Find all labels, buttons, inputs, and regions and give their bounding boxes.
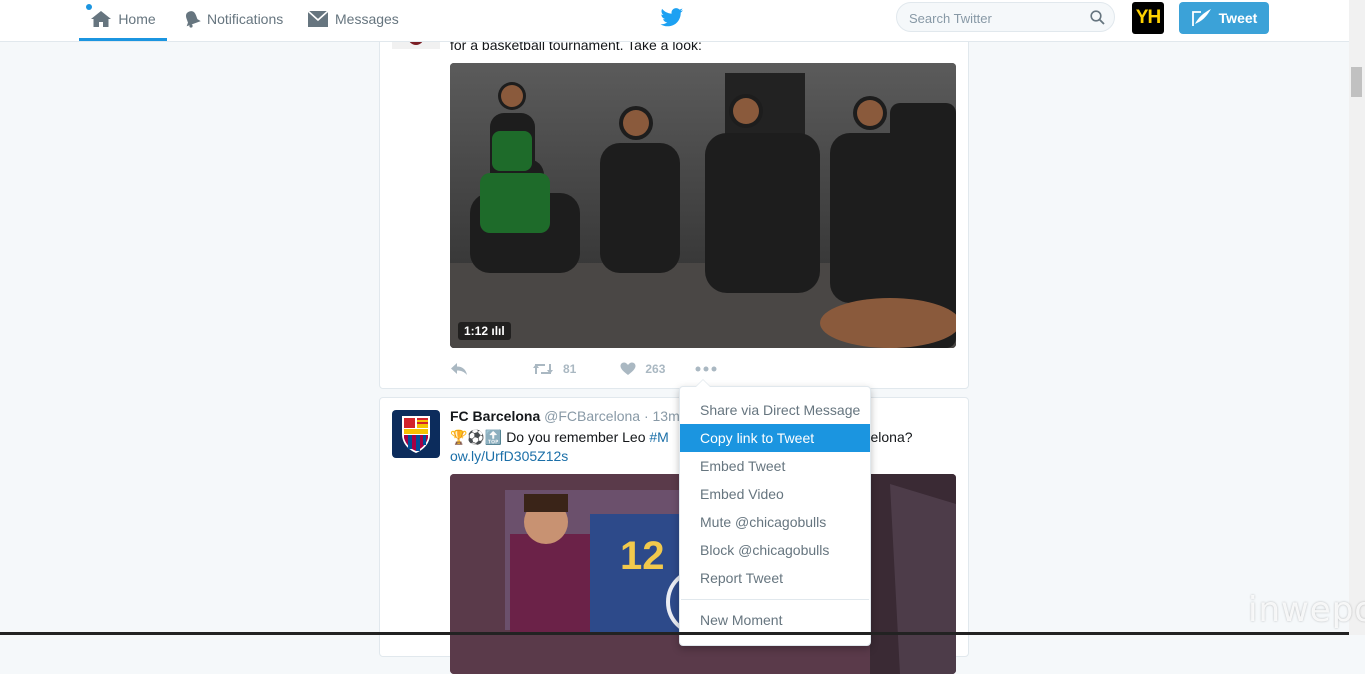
menu-item-mute[interactable]: Mute @chicagobulls [680,508,870,536]
jersey-number: 12 [620,534,665,578]
nav-home-label: Home [118,11,156,27]
heart-icon [620,362,636,376]
author-name[interactable]: FC Barcelona [450,408,540,424]
nav-messages[interactable]: Messages [307,0,399,38]
user-avatar[interactable]: YH [1132,2,1164,34]
like-count: 263 [645,362,666,376]
menu-item-share-dm[interactable]: Share via Direct Message [680,396,870,424]
tweet-video[interactable]: 1:12 ılıl [450,63,956,348]
twitter-bird-icon[interactable] [660,8,684,31]
search-icon[interactable] [1090,10,1105,28]
compose-icon [1191,8,1213,28]
envelope-icon [307,10,329,28]
new-content-dot [86,4,92,10]
like-button[interactable]: 263 [620,362,665,376]
retweet-button[interactable]: 81 [532,362,576,376]
more-dots-icon [695,366,717,372]
tweet-card: for a basketball tournament. Take a look… [379,19,969,389]
tweet-actions: 81 263 [450,359,717,379]
menu-item-copy-link[interactable]: Copy link to Tweet [680,424,870,452]
nav-notifications[interactable]: Notifications [183,0,283,38]
video-duration-text: 1:12 [464,324,489,338]
home-icon [90,10,112,28]
page-scrollbar[interactable] [1349,0,1365,635]
tweet-link[interactable]: ow.ly/UrfD305Z12s [450,448,568,464]
watermark: inwepo [1248,590,1365,630]
more-button[interactable] [695,366,717,372]
nav-notifications-label: Notifications [207,11,284,27]
bell-icon [183,10,201,28]
menu-item-new-moment[interactable]: New Moment [680,606,870,634]
menu-item-report[interactable]: Report Tweet [680,564,870,592]
nav-messages-label: Messages [335,11,399,27]
nav-home[interactable]: Home [79,0,167,41]
author-handle[interactable]: @FCBarcelona [544,408,640,424]
search-box[interactable] [896,2,1115,33]
menu-item-block[interactable]: Block @chicagobulls [680,536,870,564]
scrollbar-thumb[interactable] [1351,67,1362,97]
reply-button[interactable] [450,362,468,376]
reply-icon [450,362,468,376]
emoji-text: 🏆⚽🔝 [450,429,503,445]
menu-item-embed-tweet[interactable]: Embed Tweet [680,452,870,480]
compose-tweet-label: Tweet [1218,10,1258,26]
hashtag-link[interactable]: #M [649,429,668,445]
volume-icon: ılıl [491,324,505,338]
compose-tweet-button[interactable]: Tweet [1179,2,1269,34]
tweet-timestamp[interactable]: 13m [653,408,680,424]
svg-text:12: 12 [620,534,665,578]
menu-item-embed-video[interactable]: Embed Video [680,480,870,508]
tweet-time-separator: · [643,408,649,424]
tweet-body-text-a: Do you remember Leo [506,429,646,445]
tweet-card: FC Barcelona @FCBarcelona · 13m 🏆⚽🔝 Do y… [379,397,969,674]
video-duration: 1:12 ılıl [458,322,511,340]
retweet-count: 81 [563,362,577,376]
top-navigation-bar: Home Notifications Messages YH Tweet [0,0,1349,42]
tweet-header: FC Barcelona @FCBarcelona · 13m [450,408,680,424]
retweet-icon [532,362,554,376]
tweet-more-menu: Share via Direct Message Copy link to Tw… [679,379,871,646]
avatar[interactable] [392,410,440,458]
search-input[interactable] [897,3,1091,33]
menu-divider [681,599,869,600]
